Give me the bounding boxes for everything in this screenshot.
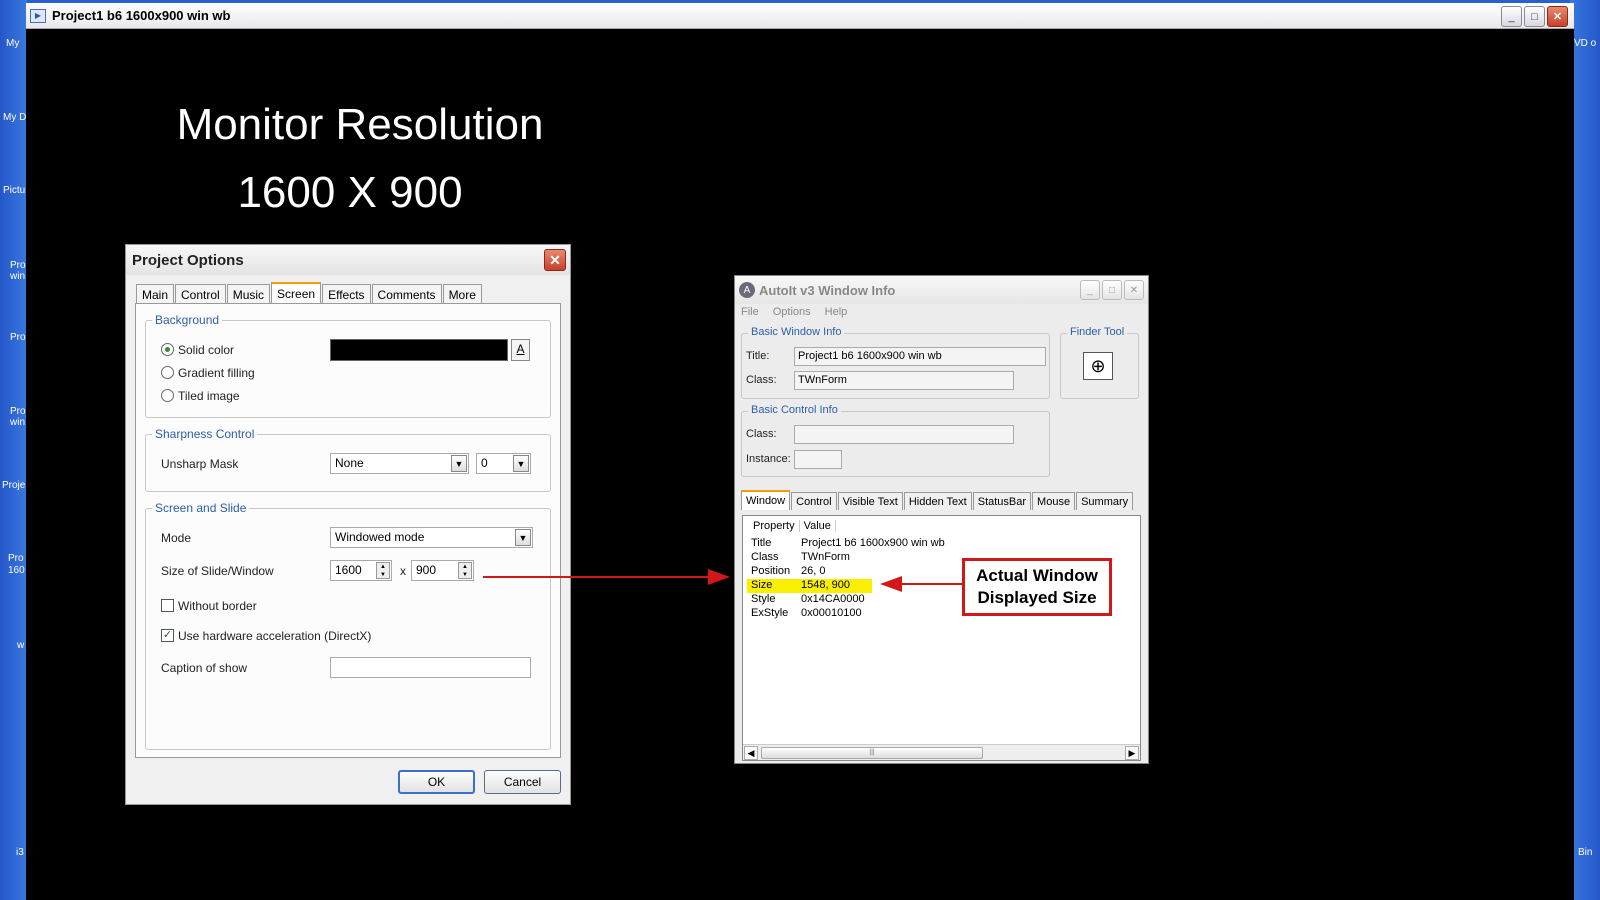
annotation-arrows [483,569,962,592]
arrow-head [708,569,730,585]
arrow-head [880,576,902,592]
callout-line-1: Actual Window [976,566,1098,585]
annotation-callout: Actual Window Displayed Size [962,558,1112,616]
callout-line-2: Displayed Size [977,588,1097,607]
